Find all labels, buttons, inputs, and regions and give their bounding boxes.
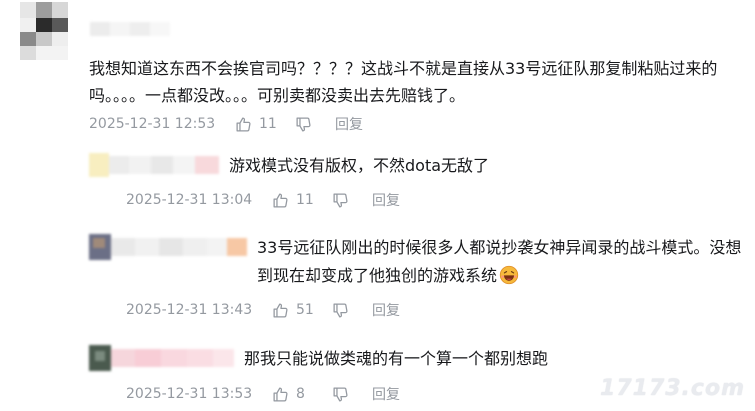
like-count: 11 [296, 192, 314, 208]
like-button[interactable] [272, 386, 296, 403]
like-count: 51 [296, 302, 314, 318]
reply-3-time: 2025-12-31 13:53 [126, 386, 253, 402]
like-button[interactable] [235, 116, 259, 133]
reply-2-text: 33号远征队刚出的时候很多人都说抄袭女神异闻录的战斗模式。没想到现在却变成了他独… [257, 234, 753, 290]
like-count: 11 [259, 116, 277, 132]
thumbs-down-icon [333, 386, 348, 402]
reply-2-meta: 2025-12-31 13:43 51 回复 [126, 301, 400, 319]
username-obscured[interactable] [90, 22, 170, 36]
reply-1-meta: 2025-12-31 13:04 11 回复 [126, 191, 400, 209]
reply-2-time: 2025-12-31 13:43 [126, 302, 253, 318]
laughing-emoji [499, 265, 519, 285]
reply-1-text: 游戏模式没有版权，不然dota无敌了 [229, 156, 490, 175]
dislike-button[interactable] [332, 302, 372, 319]
thumbs-up-icon [273, 386, 288, 402]
thumbs-up-icon [273, 192, 288, 208]
reply-2-avatar-and-name[interactable] [89, 234, 247, 260]
reply-3-avatar-and-name[interactable] [89, 345, 234, 371]
like-button[interactable] [272, 192, 296, 209]
dislike-button[interactable] [295, 116, 335, 133]
reply-button[interactable]: 回复 [335, 114, 363, 134]
dislike-button[interactable] [332, 192, 372, 209]
comment-meta: 2025-12-31 12:53 11 回复 [89, 115, 363, 133]
dislike-button[interactable] [332, 386, 372, 403]
thumbs-up-icon [273, 302, 288, 318]
reply-3-meta: 2025-12-31 13:53 8 回复 [126, 385, 400, 403]
thumbs-down-icon [333, 192, 348, 208]
thumbs-down-icon [296, 116, 311, 132]
thumbs-down-icon [333, 302, 348, 318]
avatar[interactable] [20, 2, 68, 60]
comment-time: 2025-12-31 12:53 [89, 116, 216, 132]
reply-1-avatar-and-name[interactable] [89, 153, 219, 177]
comment-text: 我想知道这东西不会挨官司吗？？？？这战斗不就是直接从33号远征队那复制粘贴过来的… [89, 59, 718, 105]
site-watermark: 17173.com [600, 376, 745, 401]
reply-button[interactable]: 回复 [372, 300, 400, 320]
reply-button[interactable]: 回复 [372, 190, 400, 210]
thumbs-up-icon [236, 116, 251, 132]
reply-1-time: 2025-12-31 13:04 [126, 192, 253, 208]
like-button[interactable] [272, 302, 296, 319]
reply-button[interactable]: 回复 [372, 384, 400, 404]
like-count: 8 [296, 386, 305, 402]
reply-3-text: 那我只能说做类魂的有一个算一个都别想跑 [244, 349, 549, 368]
